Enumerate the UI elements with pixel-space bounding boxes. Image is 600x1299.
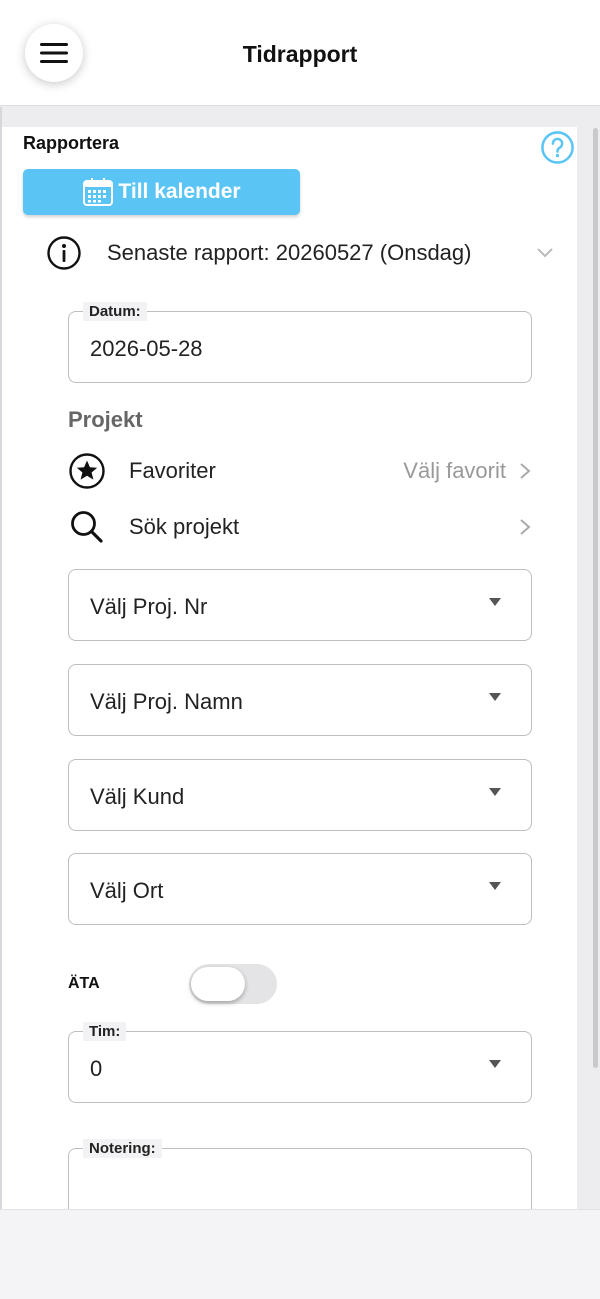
calendar-icon bbox=[83, 178, 114, 206]
caret-down-icon bbox=[489, 788, 501, 796]
location-select[interactable]: Välj Ort bbox=[68, 853, 532, 925]
hours-label: Tim: bbox=[83, 1022, 127, 1041]
page-title: Tidrapport bbox=[242, 41, 358, 67]
caret-down-icon bbox=[489, 1060, 501, 1068]
project-name-placeholder: Välj Proj. Namn bbox=[90, 689, 243, 714]
date-field[interactable]: Datum: 2026-05-28 bbox=[68, 302, 532, 383]
caret-down-icon bbox=[489, 882, 501, 890]
customer-select[interactable]: Välj Kund bbox=[68, 759, 532, 831]
question-circle-icon[interactable] bbox=[540, 130, 575, 165]
project-name-select[interactable]: Välj Proj. Namn bbox=[68, 664, 532, 736]
last-report-row[interactable]: Senaste rapport: 20260527 (Onsdag) bbox=[46, 233, 556, 273]
date-field-value: 2026-05-28 bbox=[90, 336, 203, 361]
note-label: Notering: bbox=[83, 1139, 162, 1158]
info-circle-icon bbox=[47, 236, 81, 270]
last-report-text: Senaste rapport: 20260527 (Onsdag) bbox=[107, 240, 472, 265]
to-calendar-label: Till kalender bbox=[118, 180, 241, 203]
ata-toggle-knob bbox=[191, 967, 245, 1001]
chevron-down-icon[interactable] bbox=[534, 241, 556, 263]
caret-down-icon bbox=[489, 693, 501, 701]
bottom-bar bbox=[0, 1209, 600, 1299]
top-bar: Tidrapport bbox=[0, 0, 600, 106]
project-number-select[interactable]: Välj Proj. Nr bbox=[68, 569, 532, 641]
project-heading: Projekt bbox=[68, 407, 143, 432]
ata-label: ÄTA bbox=[68, 975, 100, 992]
project-number-placeholder: Välj Proj. Nr bbox=[90, 594, 208, 619]
chevron-right-icon bbox=[520, 463, 531, 479]
ata-toggle[interactable] bbox=[189, 964, 277, 1004]
caret-down-icon bbox=[489, 598, 501, 606]
favorites-hint: Välj favorit bbox=[403, 458, 506, 483]
customer-placeholder: Välj Kund bbox=[90, 784, 185, 809]
hours-value: 0 bbox=[90, 1056, 103, 1081]
search-project-row[interactable]: Sök projekt bbox=[68, 507, 534, 547]
date-field-label: Datum: bbox=[83, 302, 147, 321]
search-project-label: Sök projekt bbox=[129, 514, 240, 539]
favorites-label: Favoriter bbox=[129, 458, 216, 483]
scrollbar[interactable] bbox=[593, 128, 598, 1068]
section-label: Rapportera bbox=[23, 133, 120, 153]
chevron-right-icon bbox=[520, 519, 531, 535]
favorites-row[interactable]: Favoriter Välj favorit bbox=[68, 451, 534, 491]
location-placeholder: Välj Ort bbox=[90, 878, 164, 903]
star-circle-icon bbox=[69, 453, 105, 489]
to-calendar-button[interactable]: Till kalender bbox=[23, 169, 300, 215]
hours-select[interactable]: Tim: 0 bbox=[68, 1022, 532, 1103]
search-icon bbox=[71, 511, 103, 543]
